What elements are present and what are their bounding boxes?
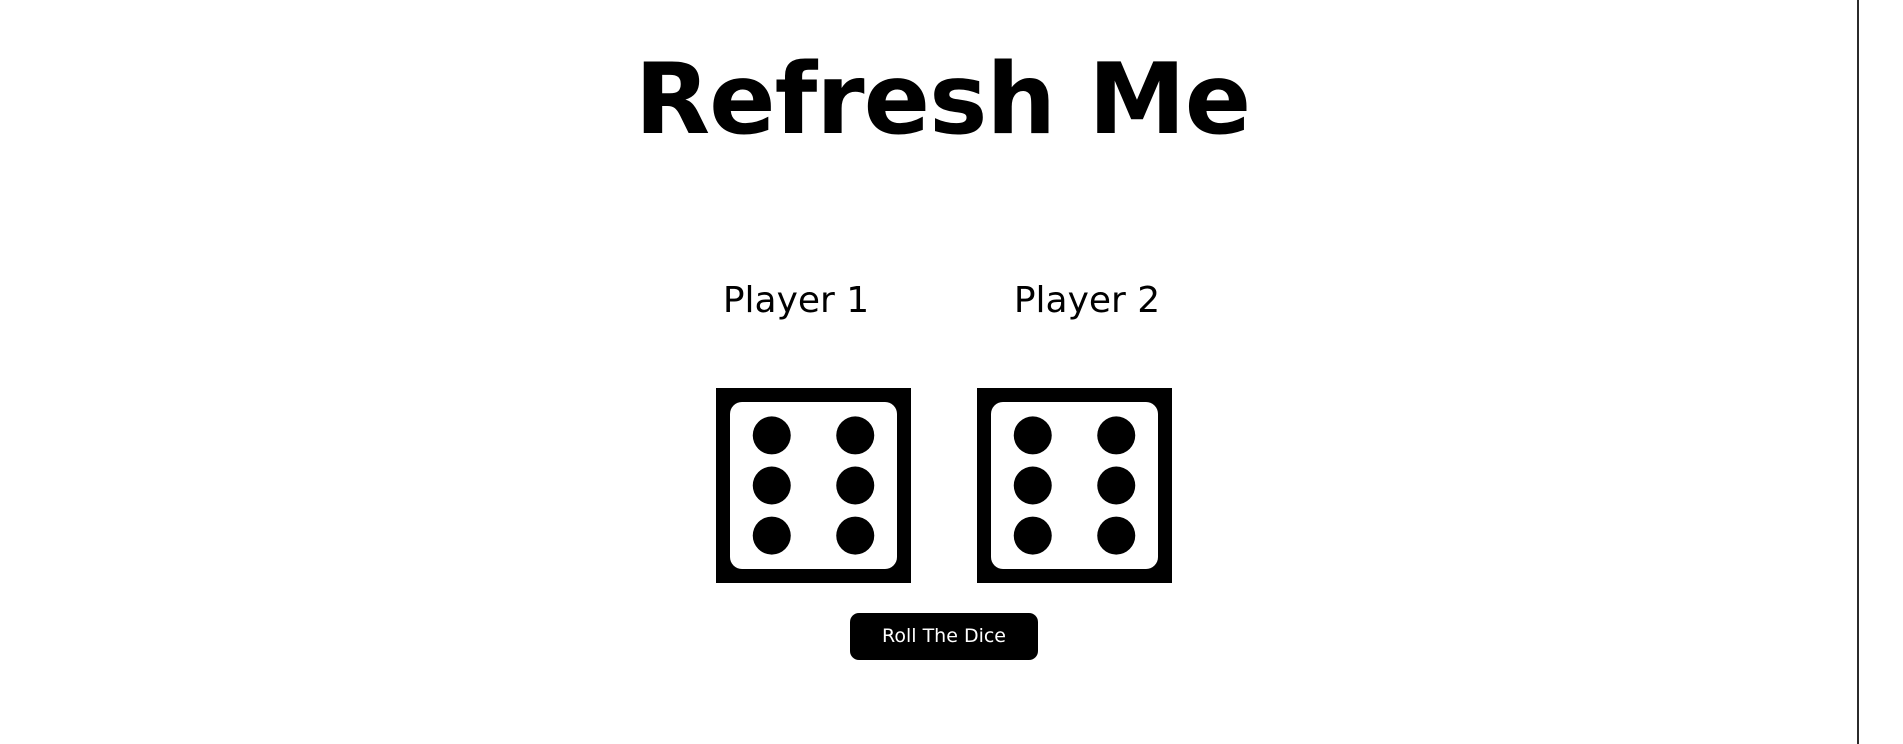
die-pip: [752, 516, 791, 555]
die-pip: [1013, 516, 1052, 555]
die-six-icon: [716, 388, 911, 583]
die-six-icon: [977, 388, 1172, 583]
page: Refresh Me Player 1 Player 2 Roll The Di…: [0, 0, 1903, 744]
page-title: Refresh Me: [634, 43, 1252, 157]
die-pip: [1097, 516, 1136, 555]
die-pip: [836, 516, 875, 555]
die-pip: [752, 416, 791, 455]
player-1-label: Player 1: [722, 280, 870, 321]
die-pip: [1013, 466, 1052, 505]
die-pip: [1013, 416, 1052, 455]
die-pip: [836, 416, 875, 455]
die-pip: [752, 466, 791, 505]
player-2-die: [977, 388, 1172, 583]
die-pip: [836, 466, 875, 505]
die-pip: [1097, 416, 1136, 455]
player-2-label: Player 2: [1013, 280, 1161, 321]
player-1-die: [716, 388, 911, 583]
die-pip: [1097, 466, 1136, 505]
roll-dice-button[interactable]: Roll The Dice: [850, 613, 1038, 660]
